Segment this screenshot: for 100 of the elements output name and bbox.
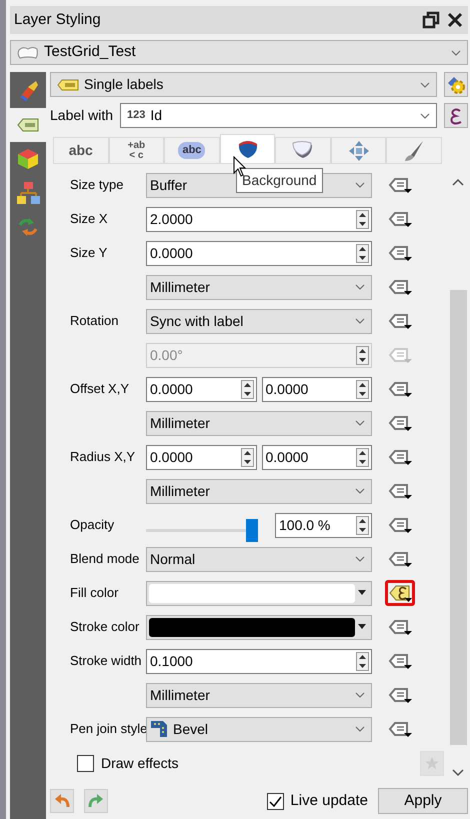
data-defined-icon [388,515,412,535]
data-defined-icon [388,651,412,671]
field-label: Radius X,Y [69,448,136,466]
redo-icon [88,793,104,809]
epsilon-icon [449,106,463,124]
spin-arrows-icon [356,210,369,228]
field-label: Stroke width [69,652,143,670]
label-with-label: Label with [50,106,114,125]
field-type-label: 123 [127,108,146,124]
field-label: Blend mode [69,550,140,568]
dropdown-chevron-icon [355,691,365,699]
spin-arrows-icon [356,652,369,670]
settings-button[interactable] [444,72,468,97]
layer-dropdown[interactable]: TestGrid_Test [10,40,468,65]
field-label: Opacity [69,516,116,534]
tooltip: Background [236,168,323,193]
dropdown[interactable]: Sync with label [146,308,372,334]
expression-button[interactable] [444,103,468,128]
tab[interactable] [386,137,442,163]
float-icon[interactable] [422,11,440,29]
buffer-label: abc [178,142,206,159]
check-icon [269,796,282,806]
slider-thumb[interactable] [246,518,258,542]
move-arrows-icon [348,140,370,162]
spin-box[interactable]: 0.0000 [146,376,256,402]
renderer-value: Single labels [84,75,164,94]
spin-arrows-icon [240,380,254,398]
spin-arrows-icon [356,244,369,262]
label-tag-icon [57,78,79,90]
tab[interactable] [275,137,331,163]
tab[interactable]: abc [53,137,109,163]
spin-box[interactable]: 0.0000 [146,240,372,266]
field-label: Rotation [69,312,120,330]
panel-title: Layer Styling [14,10,102,30]
tab[interactable]: +ab < c [108,137,164,163]
data-defined-icon [388,209,412,229]
tab[interactable] [330,137,386,163]
dropdown-chevron-icon [355,419,365,427]
dropdown-arrow-icon [355,589,369,597]
tab[interactable]: abc [164,137,220,163]
layer-name: TestGrid_Test [44,42,136,62]
spin-box[interactable]: 100.0 % [275,512,372,538]
dropdown[interactable]: Bevel [146,716,372,742]
spin-box[interactable]: 0.0000 [146,444,256,470]
color-button[interactable] [146,580,372,606]
spin-box[interactable]: 0.1000 [146,648,372,674]
data-defined-icon [388,617,412,637]
checkbox-label: Live update [290,790,368,811]
dropdown[interactable]: Millimeter [146,410,372,436]
field-label: Pen join style [69,720,146,738]
data-defined-icon [388,345,412,365]
scroll-up-icon [452,178,464,186]
data-defined-button[interactable] [385,580,415,606]
undo-button[interactable] [50,789,74,813]
undo-icon [54,793,70,809]
label-field-dropdown[interactable]: 123 Id [120,103,437,128]
label-field-value: Id [150,106,162,125]
dropdown-chevron-icon [355,725,365,733]
spin-box[interactable]: 0.0000 [262,444,372,470]
data-defined-icon [388,481,412,501]
tab[interactable] [220,134,276,163]
expression-override-icon [388,583,412,603]
data-defined-icon [388,447,412,467]
spin-box[interactable]: 2.0000 [146,206,372,232]
spin-arrows-icon [356,516,369,534]
field-label: Size X [69,210,109,228]
scroll-down-icon [452,769,464,777]
dropdown[interactable]: Normal [146,546,372,572]
spin-arrows-icon [356,346,369,364]
data-defined-icon [388,311,412,331]
join-style-icon [150,720,168,738]
checkbox[interactable] [77,754,94,772]
data-defined-icon [388,379,412,399]
gear-icon [446,74,466,94]
dropdown[interactable]: Millimeter [146,274,372,300]
field-label: Size Y [69,244,108,262]
dropdown[interactable]: Millimeter [146,478,372,504]
polygon-layer-icon [17,46,39,60]
spin-arrows-icon [356,448,369,466]
apply-button[interactable]: Apply [378,788,468,814]
color-button[interactable] [146,614,372,640]
dropdown-chevron-icon [355,283,365,291]
dropdown-chevron-icon [451,48,461,56]
dropdown-arrow-icon [355,623,369,631]
shield-icon [236,138,259,160]
formatting-label: +ab < c [128,140,146,160]
renderer-dropdown[interactable]: Single labels [50,72,437,97]
field-label: Offset X,Y [69,380,130,398]
field-label: Fill color [69,584,120,602]
spin-box[interactable]: 0.0000 [262,376,372,402]
dropdown[interactable]: Millimeter [146,682,372,708]
field-label: Size type [69,176,124,194]
dropdown-chevron-icon [355,317,365,325]
close-icon[interactable] [446,11,464,29]
data-defined-icon [388,175,412,195]
cube-icon [16,147,40,171]
checkbox[interactable] [267,792,284,810]
spin-arrows-icon [356,380,369,398]
dropdown-chevron-icon [355,181,365,189]
data-defined-icon [388,243,412,263]
